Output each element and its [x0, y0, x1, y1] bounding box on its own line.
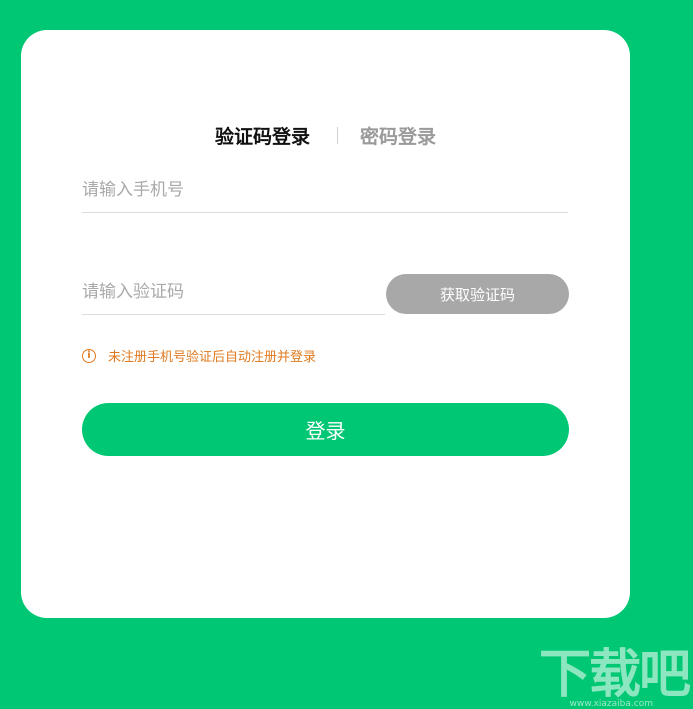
register-notice: i 未注册手机号验证后自动注册并登录	[82, 346, 316, 365]
get-code-button[interactable]: 获取验证码	[386, 274, 569, 314]
login-button[interactable]: 登录	[82, 403, 569, 456]
tab-divider	[337, 127, 338, 144]
info-icon: i	[82, 348, 96, 363]
notice-text: 未注册手机号验证后自动注册并登录	[108, 350, 317, 365]
phone-input[interactable]	[82, 180, 568, 200]
tab-sms-login[interactable]: 验证码登录	[215, 122, 310, 149]
watermark-url: www.xiazaiba.com	[569, 699, 653, 709]
tab-password-login[interactable]: 密码登录	[360, 122, 436, 149]
phone-field	[82, 180, 568, 213]
watermark-logo: 下载吧	[538, 645, 691, 705]
login-tabs: 验证码登录 密码登录	[21, 122, 630, 149]
code-field	[82, 282, 385, 315]
code-input[interactable]	[82, 282, 385, 302]
login-card: 验证码登录 密码登录 获取验证码 i 未注册手机号验证后自动注册并登录 登录	[21, 30, 630, 618]
